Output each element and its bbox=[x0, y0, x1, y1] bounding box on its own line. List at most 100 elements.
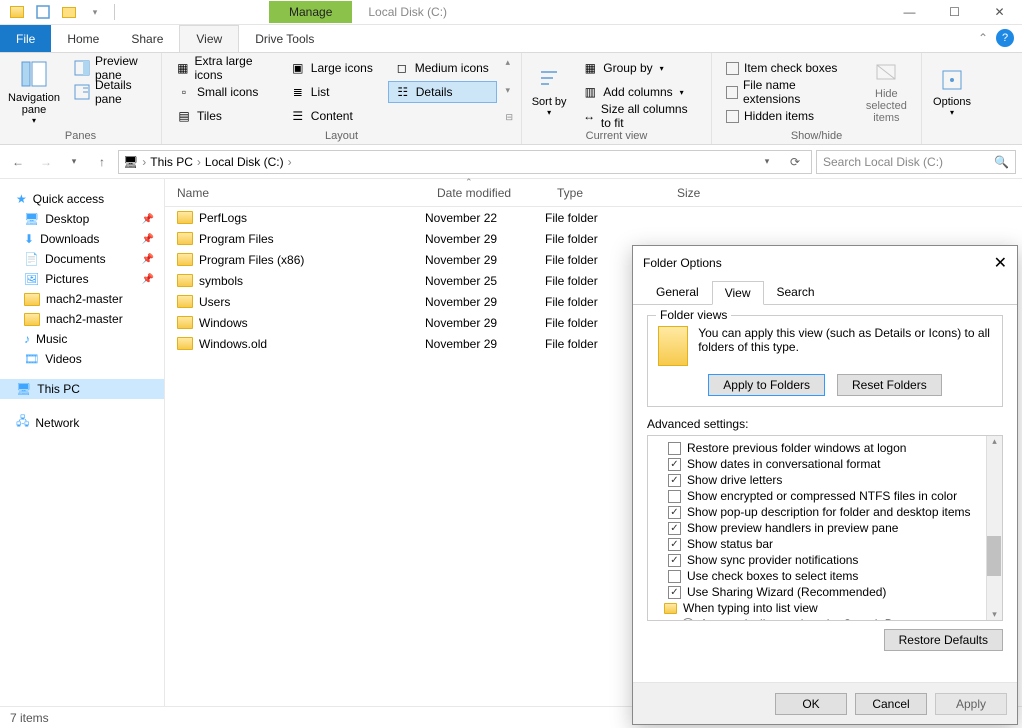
adv-setting-item[interactable]: Use check boxes to select items bbox=[664, 568, 1000, 584]
size-columns-button[interactable]: ↔Size all columns to fit bbox=[576, 105, 703, 127]
col-name[interactable]: Name bbox=[165, 186, 425, 200]
checkbox-icon[interactable] bbox=[668, 570, 681, 583]
group-by-button[interactable]: ▦Group by▾ bbox=[576, 57, 703, 79]
layout-list[interactable]: ≣List bbox=[284, 81, 380, 103]
help-icon[interactable]: ? bbox=[996, 29, 1014, 47]
checkbox-icon[interactable] bbox=[668, 442, 681, 455]
qat-new-folder-icon[interactable] bbox=[58, 1, 80, 23]
sidebar-item-desktop[interactable]: 🖥Desktop📌 bbox=[0, 209, 164, 229]
ribbon-collapse-icon[interactable]: ⌃ bbox=[970, 25, 996, 52]
tab-home[interactable]: Home bbox=[51, 25, 115, 52]
layout-tiles[interactable]: ▤Tiles bbox=[170, 105, 276, 127]
preview-pane-button[interactable]: Preview pane bbox=[68, 57, 153, 79]
qat-dropdown-icon[interactable]: ▾ bbox=[84, 1, 106, 23]
forward-button[interactable]: → bbox=[34, 150, 58, 174]
search-input[interactable]: Search Local Disk (C:) 🔍 bbox=[816, 150, 1016, 174]
checkbox-icon[interactable] bbox=[668, 522, 681, 535]
apply-to-folders-button[interactable]: Apply to Folders bbox=[708, 374, 825, 396]
ok-button[interactable]: OK bbox=[775, 693, 847, 715]
layout-content[interactable]: ☰Content bbox=[284, 105, 380, 127]
large-icons-icon: ▣ bbox=[290, 60, 306, 76]
close-button[interactable]: ✕ bbox=[977, 0, 1022, 25]
back-button[interactable]: ← bbox=[6, 150, 30, 174]
tab-drive-tools[interactable]: Drive Tools bbox=[239, 25, 330, 52]
adv-setting-item[interactable]: Show pop-up description for folder and d… bbox=[664, 504, 1000, 520]
sidebar-item-music[interactable]: ♪Music bbox=[0, 329, 164, 349]
col-date[interactable]: Date modified bbox=[425, 186, 545, 200]
recent-dropdown[interactable]: ▾ bbox=[62, 150, 86, 174]
layout-expand[interactable]: ⊟ bbox=[505, 112, 513, 123]
up-button[interactable]: ↑ bbox=[90, 150, 114, 174]
checkbox-icon[interactable] bbox=[668, 586, 681, 599]
sidebar-quick-access[interactable]: ★Quick access bbox=[0, 189, 164, 209]
file-row[interactable]: PerfLogsNovember 22File folder bbox=[165, 207, 1022, 228]
dialog-tab-search[interactable]: Search bbox=[764, 280, 828, 304]
scrollbar-thumb[interactable] bbox=[987, 536, 1001, 576]
hide-selected-button[interactable]: Hide selected items bbox=[860, 57, 913, 127]
tab-view[interactable]: View bbox=[179, 25, 239, 52]
tab-share[interactable]: Share bbox=[115, 25, 179, 52]
layout-details[interactable]: ☷Details bbox=[388, 81, 498, 103]
checkbox-icon[interactable] bbox=[668, 474, 681, 487]
add-columns-button[interactable]: ▥Add columns▾ bbox=[576, 81, 703, 103]
layout-large[interactable]: ▣Large icons bbox=[284, 57, 380, 79]
advanced-settings-list[interactable]: Restore previous folder windows at logon… bbox=[647, 435, 1003, 621]
adv-setting-item[interactable]: Show dates in conversational format bbox=[664, 456, 1000, 472]
layout-scroll-up[interactable]: ▴ bbox=[505, 57, 513, 68]
file-extensions-toggle[interactable]: File name extensions bbox=[720, 81, 852, 103]
tab-file[interactable]: File bbox=[0, 25, 51, 52]
adv-setting-item[interactable]: Restore previous folder windows at logon bbox=[664, 440, 1000, 456]
qat-properties-icon[interactable] bbox=[32, 1, 54, 23]
adv-setting-item[interactable]: Show sync provider notifications bbox=[664, 552, 1000, 568]
sidebar-item-videos[interactable]: 🎞Videos bbox=[0, 349, 164, 369]
crumb-this-pc[interactable]: This PC bbox=[150, 155, 193, 169]
sidebar-item-folder[interactable]: mach2-master bbox=[0, 309, 164, 329]
dialog-tab-general[interactable]: General bbox=[643, 280, 712, 304]
restore-defaults-button[interactable]: Restore Defaults bbox=[884, 629, 1003, 651]
crumb-local-disk[interactable]: Local Disk (C:) bbox=[205, 155, 284, 169]
maximize-button[interactable]: ☐ bbox=[932, 0, 977, 25]
adv-setting-item[interactable]: Show preview handlers in preview pane bbox=[664, 520, 1000, 536]
adv-setting-item[interactable]: Show encrypted or compressed NTFS files … bbox=[664, 488, 1000, 504]
col-size[interactable]: Size bbox=[665, 186, 712, 200]
scrollbar[interactable]: ▴ ▾ bbox=[986, 436, 1002, 620]
adv-setting-item[interactable]: Show drive letters bbox=[664, 472, 1000, 488]
checkbox-icon[interactable] bbox=[668, 554, 681, 567]
layout-scroll-down[interactable]: ▾ bbox=[505, 85, 513, 96]
radio-icon[interactable] bbox=[682, 618, 694, 621]
checkbox-icon[interactable] bbox=[668, 490, 681, 503]
options-button[interactable]: Options▾ bbox=[930, 57, 974, 127]
layout-medium[interactable]: ◻Medium icons bbox=[388, 57, 498, 79]
sidebar-this-pc[interactable]: 🖥This PC bbox=[0, 379, 164, 399]
refresh-button[interactable]: ⟳ bbox=[783, 150, 807, 174]
adv-setting-item[interactable]: Show status bar bbox=[664, 536, 1000, 552]
checkbox-icon[interactable] bbox=[668, 506, 681, 519]
contextual-tab-manage[interactable]: Manage bbox=[269, 1, 352, 23]
sidebar-item-documents[interactable]: 📄Documents📌 bbox=[0, 249, 164, 269]
sidebar-item-folder[interactable]: mach2-master bbox=[0, 289, 164, 309]
sidebar-item-pictures[interactable]: 🖼Pictures📌 bbox=[0, 269, 164, 289]
dialog-tab-view[interactable]: View bbox=[712, 281, 764, 305]
checkbox-icon[interactable] bbox=[668, 458, 681, 471]
sidebar-item-downloads[interactable]: ⬇Downloads📌 bbox=[0, 229, 164, 249]
reset-folders-button[interactable]: Reset Folders bbox=[837, 374, 942, 396]
breadcrumb[interactable]: 🖥 › This PC › Local Disk (C:) › ▾ ⟳ bbox=[118, 150, 812, 174]
add-columns-icon: ▥ bbox=[582, 84, 598, 100]
navigation-sidebar: ★Quick access 🖥Desktop📌 ⬇Downloads📌 📄Doc… bbox=[0, 179, 165, 706]
col-type[interactable]: Type bbox=[545, 186, 665, 200]
dialog-close-button[interactable]: ✕ bbox=[994, 253, 1007, 273]
hidden-items-toggle[interactable]: Hidden items bbox=[720, 105, 852, 127]
sidebar-network[interactable]: 🖧Network bbox=[0, 409, 164, 436]
addr-dropdown-icon[interactable]: ▾ bbox=[755, 150, 779, 174]
apply-button[interactable]: Apply bbox=[935, 693, 1007, 715]
adv-setting-item[interactable]: Use Sharing Wizard (Recommended) bbox=[664, 584, 1000, 600]
cancel-button[interactable]: Cancel bbox=[855, 693, 927, 715]
layout-small[interactable]: ▫Small icons bbox=[170, 81, 276, 103]
details-pane-button[interactable]: Details pane bbox=[68, 81, 153, 103]
item-checkboxes-toggle[interactable]: Item check boxes bbox=[720, 57, 852, 79]
checkbox-icon[interactable] bbox=[668, 538, 681, 551]
layout-extra-large[interactable]: ▦Extra large icons bbox=[170, 57, 276, 79]
navigation-pane-button[interactable]: Navigation pane▾ bbox=[8, 57, 60, 127]
sort-by-button[interactable]: Sort by▾ bbox=[530, 57, 568, 127]
minimize-button[interactable]: — bbox=[887, 0, 932, 25]
